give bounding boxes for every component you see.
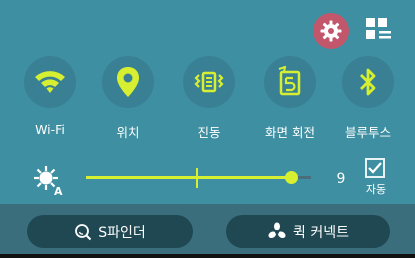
s-finder-label: S파인더	[98, 224, 146, 241]
checkmark-icon	[368, 162, 382, 174]
s-finder-button[interactable]: S파인더	[27, 215, 193, 248]
brightness-slider[interactable]	[86, 167, 311, 188]
screen-edge	[0, 254, 415, 258]
brightness-track-fill	[86, 176, 291, 179]
quick-connect-label: 퀵 커넥트	[293, 224, 349, 241]
brightness-auto-icon: A	[32, 164, 66, 198]
toggle-wifi[interactable]	[24, 56, 76, 108]
quick-connect-icon	[268, 222, 286, 238]
svg-text:A: A	[54, 185, 63, 198]
brightness-thumb[interactable]	[285, 171, 298, 184]
search-icon	[75, 223, 92, 240]
vibrate-icon	[194, 71, 224, 93]
quick-settings-panel: Wi-Fi 위치 진동 화면 회전 블루투스 A 9 자동 S파인더 퀵 커넥트	[0, 0, 415, 258]
toggle-label-location: 위치	[116, 125, 140, 140]
toggle-label-bluetooth: 블루투스	[344, 125, 391, 140]
wifi-icon	[35, 71, 65, 93]
toggle-vibrate[interactable]	[183, 56, 235, 108]
settings-button[interactable]	[313, 13, 349, 49]
auto-brightness-checkbox[interactable]	[365, 158, 385, 178]
toggle-label-wifi: Wi-Fi	[35, 122, 65, 137]
bluetooth-icon	[360, 68, 376, 96]
screen-rotate-icon	[278, 66, 301, 96]
quick-connect-button[interactable]: 퀵 커넥트	[226, 215, 390, 248]
brightness-level: 9	[336, 171, 346, 187]
toggle-bluetooth[interactable]	[342, 56, 394, 108]
toggle-screen-rotation[interactable]	[264, 56, 316, 108]
gear-icon	[320, 20, 342, 42]
grid-edit-icon	[366, 18, 391, 39]
location-pin-icon	[117, 67, 139, 97]
auto-brightness-label: 자동	[365, 183, 387, 196]
toggle-label-vibrate: 진동	[197, 125, 221, 140]
toggle-location[interactable]	[102, 56, 154, 108]
edit-toggles-button[interactable]	[364, 16, 394, 44]
brightness-default-marker	[196, 168, 198, 188]
toggle-label-screen-rotation: 화면 회전	[265, 125, 315, 140]
